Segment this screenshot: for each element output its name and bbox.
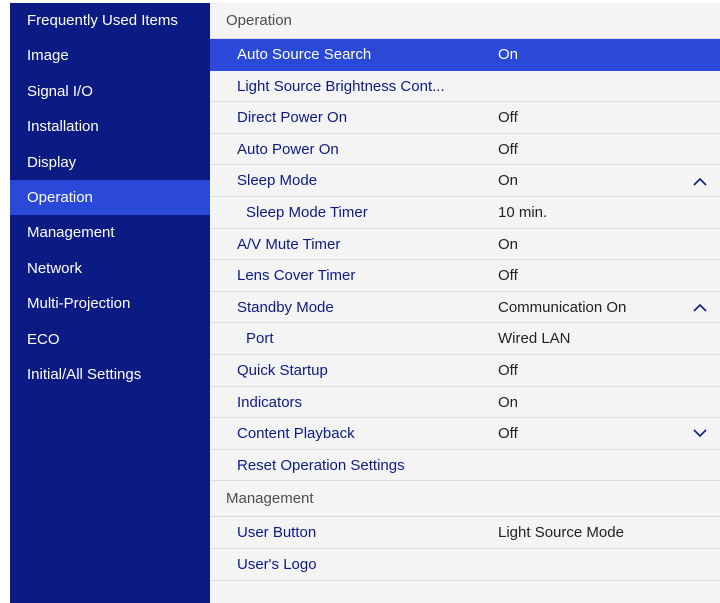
setting-label: Lens Cover Timer [237,267,356,285]
sidebar-item-multi-projection[interactable]: Multi-Projection [10,286,210,321]
setting-label: Auto Power On [237,140,339,158]
setting-value: On [498,235,519,253]
setting-row-auto-source-search[interactable]: Auto Source Search On [210,39,720,71]
setting-value: 10 min. [498,203,548,221]
setting-label: User's Logo [237,555,317,573]
setting-value: Wired LAN [498,330,571,348]
chevron-up-icon[interactable] [690,165,710,197]
section-header-management: Management [210,481,720,518]
setting-row-light-source-brightness[interactable]: Light Source Brightness Cont... [210,71,720,103]
menu-window: Frequently Used Items Image Signal I/O I… [10,3,720,603]
sidebar-item-frequently-used-items[interactable]: Frequently Used Items [10,3,210,38]
setting-label: Content Playback [237,425,355,443]
sidebar-item-eco[interactable]: ECO [10,322,210,357]
setting-row-standby-mode[interactable]: Standby Mode Communication On [210,292,720,324]
setting-label: Light Source Brightness Cont... [237,77,445,95]
sidebar-item-signal-io[interactable]: Signal I/O [10,74,210,109]
setting-label: A/V Mute Timer [237,235,341,253]
setting-value: Off [498,109,518,127]
setting-value: Communication On [498,298,627,316]
setting-value: Light Source Mode [498,524,624,542]
setting-row-user-button[interactable]: User Button Light Source Mode [210,517,720,549]
setting-label: Direct Power On [237,109,348,127]
setting-row-sleep-mode-timer[interactable]: Sleep Mode Timer 10 min. [210,197,720,229]
setting-value: Off [498,267,518,285]
sidebar-item-initial-all-settings[interactable]: Initial/All Settings [10,357,210,392]
sidebar-item-operation[interactable]: Operation [10,179,210,216]
setting-value: Off [498,425,518,443]
setting-row-quick-startup[interactable]: Quick Startup Off [210,355,720,387]
setting-row-port[interactable]: Port Wired LAN [210,323,720,355]
setting-value: Off [498,361,518,379]
sidebar-item-management[interactable]: Management [10,215,210,250]
setting-label: Reset Operation Settings [237,456,405,474]
setting-row-direct-power-on[interactable]: Direct Power On Off [210,102,720,134]
setting-row-av-mute-timer[interactable]: A/V Mute Timer On [210,229,720,261]
setting-value: On [498,46,519,63]
setting-row-lens-cover-timer[interactable]: Lens Cover Timer Off [210,260,720,292]
sidebar-item-installation[interactable]: Installation [10,109,210,144]
setting-label: Sleep Mode Timer [246,203,368,221]
sidebar-item-display[interactable]: Display [10,145,210,180]
setting-value: On [498,393,519,411]
sidebar-item-image[interactable]: Image [10,38,210,73]
setting-row-sleep-mode[interactable]: Sleep Mode On [210,165,720,197]
setting-label: Sleep Mode [237,172,318,190]
setting-label: Indicators [237,393,303,411]
setting-value: On [498,172,519,190]
setting-row-content-playback[interactable]: Content Playback Off [210,418,720,450]
chevron-down-icon[interactable] [690,418,710,450]
setting-label: User Button [237,524,317,542]
sidebar-item-network[interactable]: Network [10,251,210,286]
setting-label: Standby Mode [237,298,334,316]
setting-row-indicators[interactable]: Indicators On [210,387,720,419]
setting-label: Port [246,330,274,348]
chevron-up-icon[interactable] [690,292,710,324]
setting-row-auto-power-on[interactable]: Auto Power On Off [210,134,720,166]
setting-label: Auto Source Search [237,46,372,63]
setting-row-reset-operation-settings[interactable]: Reset Operation Settings [210,450,720,482]
sidebar: Frequently Used Items Image Signal I/O I… [10,3,210,603]
section-header-operation: Operation [210,3,720,39]
settings-panel: Operation Auto Source Search On Light So… [210,3,720,603]
setting-value: Off [498,140,518,158]
setting-label: Quick Startup [237,361,328,379]
setting-row-users-logo[interactable]: User's Logo [210,549,720,581]
